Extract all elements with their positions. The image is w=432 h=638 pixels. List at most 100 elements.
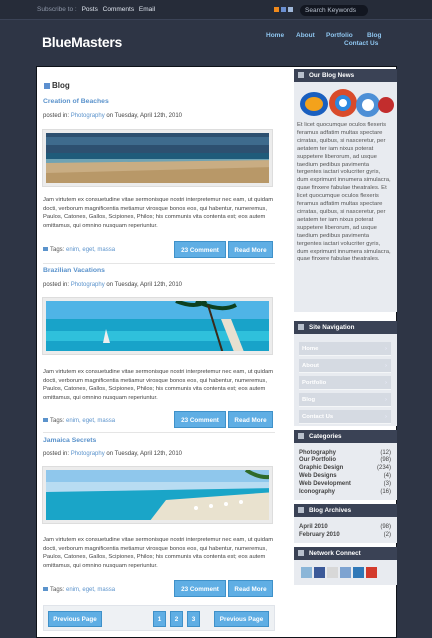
post-excerpt: Jam virtutem ex consuetudine vitae sermo… — [43, 369, 274, 401]
category-name: Photography — [299, 450, 336, 456]
resort-beach-image — [46, 470, 269, 520]
comments-button[interactable]: 23 Comment — [174, 411, 226, 428]
post-divider — [43, 263, 275, 264]
category-name: Our Portfolio — [299, 457, 336, 463]
category-photography[interactable]: Photography (12) — [299, 450, 391, 456]
tag-icon — [43, 587, 48, 591]
post-image-brazil[interactable] — [42, 297, 273, 355]
next-page-button[interactable]: Previous Page — [214, 611, 269, 627]
chevron-right-icon: › — [385, 380, 387, 386]
tags-links[interactable]: enim, eget, massa — [66, 418, 115, 424]
blog-archives-title: Blog Archives — [309, 507, 352, 514]
rss-icon[interactable] — [274, 7, 279, 12]
previous-page-button[interactable]: Previous Page — [48, 611, 102, 627]
category-name: Graphic Design — [299, 465, 344, 471]
page-1-button[interactable]: 1 — [153, 611, 166, 627]
sidebar-item-blog[interactable]: Blog › — [299, 393, 391, 407]
nav-about[interactable]: About — [296, 32, 315, 39]
subscribe-email-link[interactable]: Email — [139, 6, 155, 13]
email-icon[interactable] — [281, 7, 286, 12]
category-name: Iconography — [299, 489, 336, 495]
sidebar-item-label: Portfolio — [302, 380, 327, 386]
subscribe-posts-link[interactable]: Posts — [82, 6, 98, 13]
sidebar-item-about[interactable]: About › — [299, 359, 391, 373]
post-category-link[interactable]: Photography — [71, 282, 105, 288]
chevron-right-icon: › — [385, 346, 387, 352]
nav-home[interactable]: Home — [266, 32, 284, 39]
comments-button[interactable]: 23 Comment — [174, 580, 226, 597]
category-count: (4) — [383, 473, 391, 479]
post-category-link[interactable]: Photography — [71, 451, 105, 457]
sidebar-item-contact-us[interactable]: Contact Us › — [299, 410, 391, 424]
post-meta: posted in: Photography on Tuesday, April… — [43, 282, 182, 288]
subscribe-label: Subscribe to : — [37, 6, 77, 13]
archive-february-2010[interactable]: February 2010 (2) — [299, 532, 391, 538]
chevron-right-icon: › — [385, 363, 387, 369]
facebook-icon[interactable] — [314, 567, 325, 578]
tags-links[interactable]: enim, eget, massa — [66, 247, 115, 253]
post-title[interactable]: Creation of Beaches — [43, 98, 109, 105]
category-count: (16) — [380, 489, 391, 495]
blog-icon — [44, 83, 50, 89]
post-date: on Tuesday, April 12th, 2010 — [106, 451, 183, 457]
sidebar-item-portfolio[interactable]: Portfolio › — [299, 376, 391, 390]
delicious-icon[interactable] — [340, 567, 351, 578]
category-our-portfolio[interactable]: Our Portfolio (98) — [299, 457, 391, 463]
beach-image — [46, 133, 269, 183]
post-date: on Tuesday, April 12th, 2010 — [106, 113, 183, 119]
blog-news-header: Our Blog News — [294, 69, 397, 82]
network-connect-title: Network Connect — [309, 550, 361, 557]
linkedin-icon[interactable] — [353, 567, 364, 578]
read-more-button[interactable]: Read More — [228, 411, 273, 428]
blog-archives-header: Blog Archives — [294, 504, 397, 517]
post-image-jamaica[interactable] — [42, 466, 273, 524]
subscribe-bar: Subscribe to : Posts Comments Email — [37, 6, 158, 13]
page-2-button[interactable]: 2 — [170, 611, 183, 627]
site-navigation-header: Site Navigation — [294, 321, 397, 334]
post-image-beach[interactable] — [42, 129, 273, 187]
twitter-icon[interactable] — [301, 567, 312, 578]
tags-label: Tags: — [50, 418, 65, 424]
category-iconography[interactable]: Iconography (16) — [299, 489, 391, 495]
sidebar-item-home[interactable]: Home › — [299, 342, 391, 356]
sidebar-item-label: Contact Us — [302, 414, 334, 420]
post-title[interactable]: Brazilian Vacations — [43, 267, 105, 274]
post-tags: Tags: enim, eget, massa — [43, 247, 115, 253]
post-meta: posted in: Photography on Tuesday, April… — [43, 113, 182, 119]
site-logo[interactable]: BlueMasters — [42, 34, 122, 50]
post-meta: posted in: Photography on Tuesday, April… — [43, 451, 182, 457]
blog-news-title: Our Blog News — [309, 72, 355, 79]
post-tags: Tags: enim, eget, massa — [43, 418, 115, 424]
archive-april-2010[interactable]: April 2010 (98) — [299, 524, 391, 530]
category-web-development[interactable]: Web Development (3) — [299, 481, 391, 487]
read-more-button[interactable]: Read More — [228, 580, 273, 597]
post-title[interactable]: Jamaica Secrets — [43, 437, 96, 444]
comments-button[interactable]: 23 Comment — [174, 241, 226, 258]
chevron-right-icon: › — [385, 414, 387, 420]
post-divider — [43, 432, 275, 433]
network-icon — [298, 550, 304, 556]
category-web-designs[interactable]: Web Designs (4) — [299, 473, 391, 479]
nav-blog[interactable]: Blog — [367, 32, 381, 39]
category-name: Web Development — [299, 481, 351, 487]
sidebar-item-label: Blog — [302, 397, 316, 403]
page-3-button[interactable]: 3 — [187, 611, 200, 627]
twitter-icon[interactable] — [288, 7, 293, 12]
search-input[interactable]: Search Keywords — [300, 5, 368, 16]
youtube-icon[interactable] — [366, 567, 377, 578]
categories-header: Categories — [294, 430, 397, 443]
blog-heading-text: Blog — [52, 81, 70, 90]
read-more-button[interactable]: Read More — [228, 241, 273, 258]
subscribe-comments-link[interactable]: Comments — [103, 6, 134, 13]
posted-label: posted in: — [43, 282, 70, 288]
tags-links[interactable]: enim, eget, massa — [66, 587, 115, 593]
category-graphic-design[interactable]: Graphic Design (234) — [299, 465, 391, 471]
nav-contact-us[interactable]: Contact Us — [344, 40, 378, 47]
top-bar: Subscribe to : Posts Comments Email Sear… — [0, 0, 432, 20]
nav-portfolio[interactable]: Portfolio — [326, 32, 353, 39]
categories-title: Categories — [309, 433, 342, 440]
post-category-link[interactable]: Photography — [71, 113, 105, 119]
category-name: Web Designs — [299, 473, 337, 479]
flickr-icon[interactable] — [327, 567, 338, 578]
posted-label: posted in: — [43, 113, 70, 119]
